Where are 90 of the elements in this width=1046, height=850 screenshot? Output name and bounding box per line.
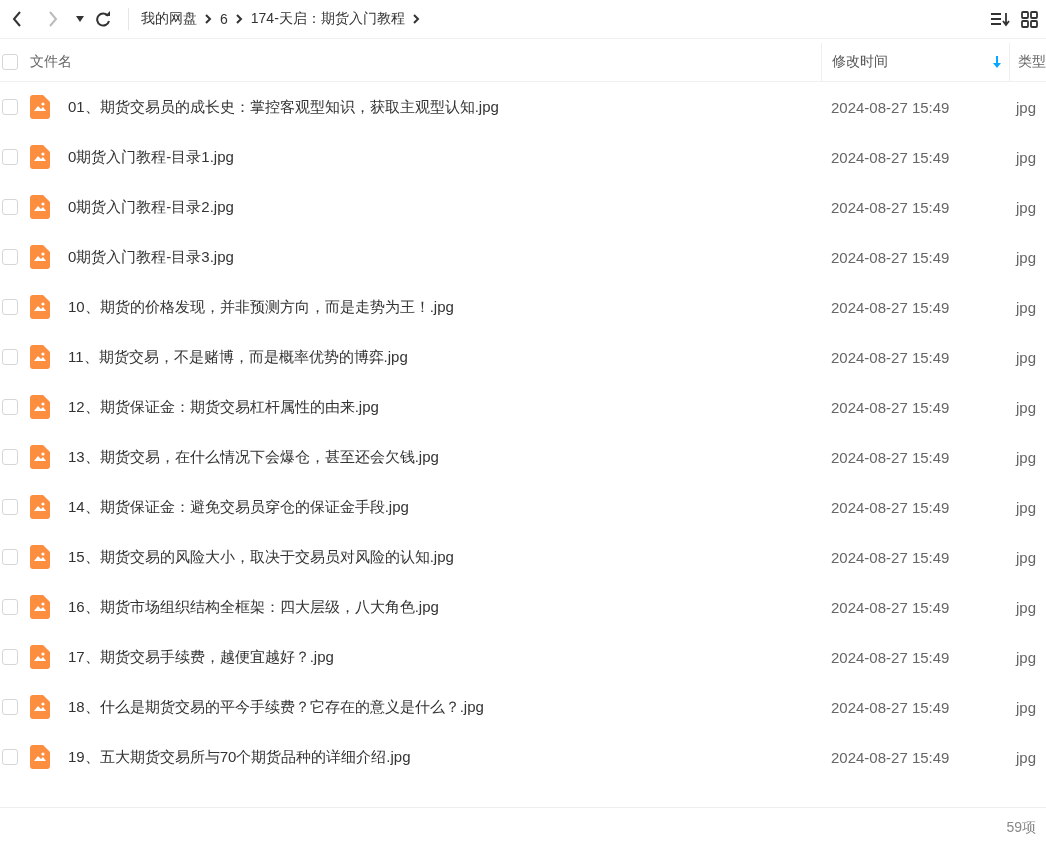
file-name[interactable]: 15、期货交易的风险大小，取决于交易员对风险的认知.jpg (66, 547, 821, 567)
image-file-icon (30, 145, 50, 169)
grid-view-button[interactable] (1021, 10, 1038, 28)
checkbox[interactable] (2, 249, 18, 265)
image-file-icon (30, 645, 50, 669)
image-file-icon (30, 745, 50, 769)
image-file-icon (30, 395, 50, 419)
file-name[interactable]: 17、期货交易手续费，越便宜越好？.jpg (66, 647, 821, 667)
modified-time: 2024-08-27 15:49 (830, 198, 951, 216)
chevron-icon (205, 14, 212, 24)
checkbox[interactable] (2, 54, 18, 70)
file-type: jpg (1014, 698, 1038, 716)
modified-time: 2024-08-27 15:49 (830, 698, 951, 716)
file-type: jpg (1014, 498, 1038, 516)
modified-time: 2024-08-27 15:49 (830, 448, 951, 466)
modified-time: 2024-08-27 15:49 (830, 298, 951, 316)
file-name[interactable]: 13、期货交易，在什么情况下会爆仓，甚至还会欠钱.jpg (66, 447, 821, 467)
checkbox[interactable] (2, 399, 18, 415)
image-file-icon (30, 445, 50, 469)
file-type: jpg (1014, 198, 1038, 216)
checkbox[interactable] (2, 349, 18, 365)
checkbox[interactable] (2, 749, 18, 765)
file-name[interactable]: 12、期货保证金：期货交易杠杆属性的由来.jpg (66, 397, 821, 417)
column-header[interactable]: 类型 (1018, 53, 1046, 71)
file-type: jpg (1014, 98, 1038, 116)
file-type: jpg (1014, 548, 1038, 566)
file-type: jpg (1014, 598, 1038, 616)
file-name[interactable]: 0期货入门教程-目录2.jpg (66, 197, 821, 217)
modified-time: 2024-08-27 15:49 (830, 548, 951, 566)
image-file-icon (30, 95, 50, 119)
image-file-icon (30, 495, 50, 519)
modified-time: 2024-08-27 15:49 (830, 648, 951, 666)
checkbox[interactable] (2, 649, 18, 665)
modified-time: 2024-08-27 15:49 (830, 248, 951, 266)
item-count: 59项 (1006, 819, 1036, 837)
chevron-icon (412, 14, 420, 24)
checkbox[interactable] (2, 549, 18, 565)
modified-time: 2024-08-27 15:49 (830, 98, 951, 116)
sort-button[interactable] (991, 11, 1011, 27)
file-name[interactable]: 18、什么是期货交易的平今手续费？它存在的意义是什么？.jpg (66, 697, 821, 717)
file-name[interactable]: 16、期货市场组织结构全框架：四大层级，八大角色.jpg (66, 597, 821, 617)
file-name[interactable]: 0期货入门教程-目录1.jpg (66, 147, 821, 167)
file-type: jpg (1014, 648, 1038, 666)
back-icon (12, 11, 22, 27)
image-file-icon (30, 695, 50, 719)
forward-icon (48, 11, 58, 27)
sort-icon (991, 11, 1011, 27)
image-file-icon (30, 545, 50, 569)
refresh-icon (95, 11, 111, 27)
chevron-icon (235, 14, 243, 24)
breadcrumb-link[interactable]: 6 (220, 11, 228, 27)
checkbox[interactable] (2, 449, 18, 465)
column-header[interactable]: 修改时间 (832, 53, 888, 71)
image-file-icon (30, 295, 50, 319)
file-name[interactable]: 01、期货交易员的成长史：掌控客观型知识，获取主观型认知.jpg (66, 97, 821, 117)
checkbox[interactable] (2, 699, 18, 715)
file-name[interactable]: 19、五大期货交易所与70个期货品种的详细介绍.jpg (66, 747, 821, 767)
checkbox[interactable] (2, 499, 18, 515)
checkbox[interactable] (2, 99, 18, 115)
breadcrumb-link[interactable]: 我的网盘 (141, 10, 197, 28)
file-type: jpg (1014, 148, 1038, 166)
modified-time: 2024-08-27 15:49 (830, 398, 951, 416)
image-file-icon (30, 345, 50, 369)
caret-icon (76, 16, 84, 22)
file-name[interactable]: 14、期货保证金：避免交易员穿仓的保证金手段.jpg (66, 497, 821, 517)
modified-time: 2024-08-27 15:49 (830, 598, 951, 616)
file-type: jpg (1014, 248, 1038, 266)
modified-time: 2024-08-27 15:49 (830, 348, 951, 366)
file-name[interactable]: 10、期货的价格发现，并非预测方向，而是走势为王！.jpg (66, 297, 821, 317)
file-type: jpg (1014, 298, 1038, 316)
checkbox[interactable] (2, 599, 18, 615)
column-header[interactable]: 文件名 (30, 53, 72, 71)
breadcrumb-link[interactable]: 174-天启：期货入门教程 (250, 10, 405, 28)
image-file-icon (30, 595, 50, 619)
grid-icon (1021, 10, 1038, 28)
file-type: jpg (1014, 448, 1038, 466)
checkbox[interactable] (2, 199, 18, 215)
checkbox[interactable] (2, 149, 18, 165)
file-type: jpg (1014, 398, 1038, 416)
file-name[interactable]: 11、期货交易，不是赌博，而是概率优势的博弈.jpg (66, 347, 821, 367)
sort-arrow-icon (993, 56, 1001, 68)
modified-time: 2024-08-27 15:49 (830, 498, 951, 516)
file-type: jpg (1014, 348, 1038, 366)
image-file-icon (30, 195, 50, 219)
checkbox[interactable] (2, 299, 18, 315)
file-type: jpg (1014, 748, 1038, 766)
modified-time: 2024-08-27 15:49 (830, 748, 951, 766)
file-name[interactable]: 0期货入门教程-目录3.jpg (66, 247, 821, 267)
image-file-icon (30, 245, 50, 269)
modified-time: 2024-08-27 15:49 (830, 148, 951, 166)
